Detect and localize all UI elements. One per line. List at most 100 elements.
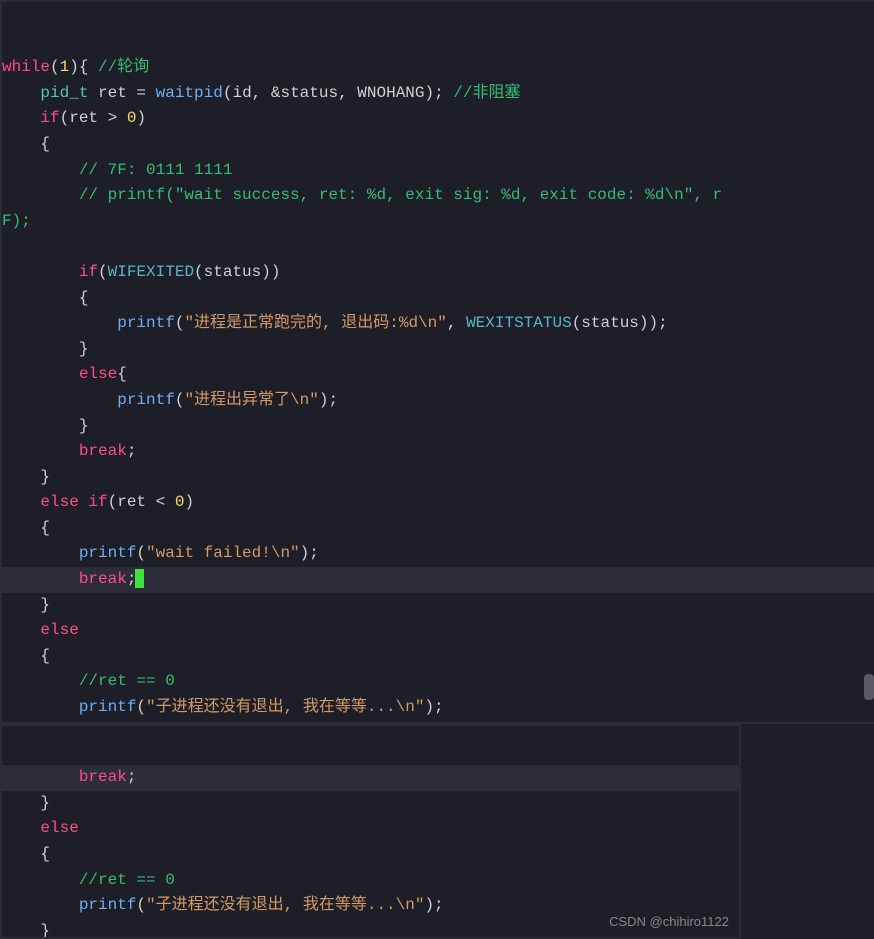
- code-line[interactable]: {: [2, 132, 874, 158]
- code-token: (: [136, 544, 146, 562]
- code-token: break: [79, 570, 127, 588]
- code-line[interactable]: // printf("wait success, ret: %d, exit s…: [2, 183, 874, 209]
- code-token: "子进程还没有退出, 我在等等...\n": [146, 896, 424, 914]
- code-line[interactable]: [2, 234, 874, 260]
- code-line[interactable]: printf("子进程还没有退出, 我在等等...\n");: [2, 695, 874, 721]
- code-token: if: [79, 263, 98, 281]
- code-token: 0: [127, 109, 137, 127]
- code-token: {: [79, 289, 89, 307]
- code-line[interactable]: break;: [2, 765, 739, 791]
- code-token: (ret >: [60, 109, 127, 127]
- code-line[interactable]: }: [2, 593, 874, 619]
- code-token: WIFEXITED: [108, 263, 194, 281]
- code-line[interactable]: {: [2, 644, 874, 670]
- code-line[interactable]: else{: [2, 362, 874, 388]
- code-line[interactable]: break;: [2, 567, 874, 593]
- code-token: //非阻塞: [453, 84, 520, 102]
- code-token: {: [40, 845, 50, 863]
- code-token: else: [40, 819, 78, 837]
- code-line[interactable]: }: [2, 337, 874, 363]
- code-editor-pane-2[interactable]: break; } else { //ret == 0 printf("子进程还没…: [0, 724, 741, 939]
- code-editor-pane-1[interactable]: while(1){ //轮询 pid_t ret = waitpid(id, &…: [0, 0, 874, 724]
- code-token: WEXITSTATUS: [466, 314, 572, 332]
- code-token: 0: [175, 493, 185, 511]
- code-token: "子进程还没有退出, 我在等等...\n": [146, 698, 424, 716]
- code-line[interactable]: }: [2, 465, 874, 491]
- code-token: (: [175, 391, 185, 409]
- code-token: (id, &status, WNOHANG);: [223, 84, 453, 102]
- code-token: printf: [79, 698, 137, 716]
- code-line[interactable]: while(1){ //轮询: [2, 55, 874, 81]
- code-token: (: [136, 896, 146, 914]
- code-token: ;: [127, 768, 137, 786]
- code-token: ,: [447, 314, 466, 332]
- code-token: );: [300, 544, 319, 562]
- code-line[interactable]: // 7F: 0111 1111: [2, 158, 874, 184]
- code-token: (ret <: [108, 493, 175, 511]
- code-token: //ret == 0: [79, 672, 175, 690]
- code-token: {: [117, 365, 127, 383]
- code-token: // 7F: 0111 1111: [79, 161, 233, 179]
- code-token: }: [79, 340, 89, 358]
- code-token: break: [79, 442, 127, 460]
- cursor: [135, 569, 144, 588]
- code-line[interactable]: else: [2, 816, 739, 842]
- code-token: (: [136, 698, 146, 716]
- code-token: {: [40, 519, 50, 537]
- code-token: }: [40, 922, 50, 939]
- scrollbar-thumb[interactable]: [864, 674, 874, 700]
- code-token: else: [40, 621, 78, 639]
- code-token: "wait failed!\n": [146, 544, 300, 562]
- code-token: printf: [117, 314, 175, 332]
- code-token: );: [424, 698, 443, 716]
- code-line[interactable]: F);: [2, 209, 874, 235]
- code-line[interactable]: //ret == 0: [2, 669, 874, 695]
- code-token: ;: [127, 442, 137, 460]
- code-line[interactable]: printf("进程是正常跑完的, 退出码:%d\n", WEXITSTATUS…: [2, 311, 874, 337]
- code-token: "进程出异常了\n": [184, 391, 318, 409]
- code-token: (status)): [194, 263, 280, 281]
- code-token: {: [40, 135, 50, 153]
- code-line[interactable]: if(ret > 0): [2, 106, 874, 132]
- code-token: (: [50, 58, 60, 76]
- code-token: );: [319, 391, 338, 409]
- code-line[interactable]: else if(ret < 0): [2, 490, 874, 516]
- code-token: printf: [117, 391, 175, 409]
- code-token: );: [424, 896, 443, 914]
- code-token: if: [40, 109, 59, 127]
- code-token: }: [79, 417, 89, 435]
- code-token: ): [136, 109, 146, 127]
- code-token: ): [184, 493, 194, 511]
- code-token: 1: [60, 58, 70, 76]
- watermark-text: CSDN @chihiro1122: [609, 912, 729, 933]
- code-token: // printf("wait success, ret: %d, exit s…: [79, 186, 722, 204]
- code-token: waitpid: [156, 84, 223, 102]
- code-line[interactable]: //ret == 0: [2, 868, 739, 894]
- code-token: {: [40, 647, 50, 665]
- code-line[interactable]: printf("wait failed!\n");: [2, 541, 874, 567]
- code-line[interactable]: break;: [2, 439, 874, 465]
- code-token: break: [79, 768, 127, 786]
- code-token: pid_t: [40, 84, 88, 102]
- code-token: }: [40, 794, 50, 812]
- code-token: ){: [69, 58, 98, 76]
- code-token: (: [98, 263, 108, 281]
- code-line[interactable]: else: [2, 618, 874, 644]
- code-token: else if: [40, 493, 107, 511]
- code-line[interactable]: {: [2, 286, 874, 312]
- code-token: (: [175, 314, 185, 332]
- code-line[interactable]: }: [2, 791, 739, 817]
- code-line[interactable]: {: [2, 842, 739, 868]
- code-line[interactable]: {: [2, 516, 874, 542]
- code-line[interactable]: }: [2, 414, 874, 440]
- code-line[interactable]: pid_t ret = waitpid(id, &status, WNOHANG…: [2, 81, 874, 107]
- code-line[interactable]: printf("进程出异常了\n");: [2, 388, 874, 414]
- code-token: while: [2, 58, 50, 76]
- code-token: //轮询: [98, 58, 149, 76]
- code-token: printf: [79, 544, 137, 562]
- code-line[interactable]: if(WIFEXITED(status)): [2, 260, 874, 286]
- code-token: }: [40, 468, 50, 486]
- code-token: ret =: [88, 84, 155, 102]
- code-token: //ret == 0: [79, 871, 175, 889]
- code-token: }: [40, 596, 50, 614]
